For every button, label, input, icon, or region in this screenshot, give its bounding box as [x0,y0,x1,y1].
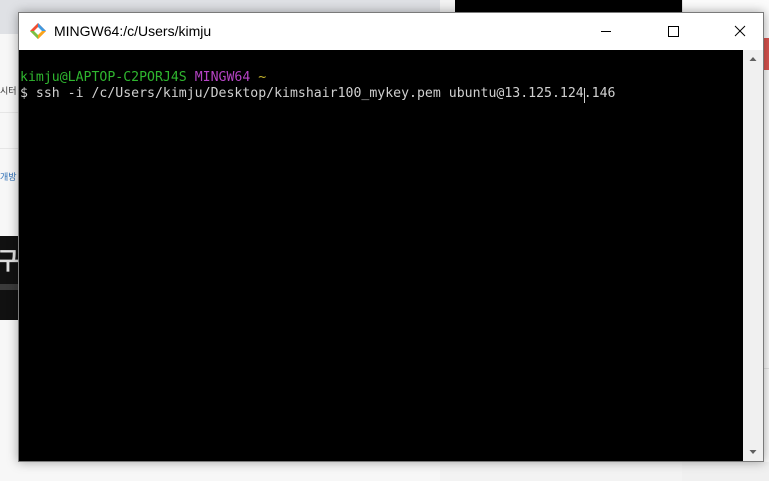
command-text[interactable]: ssh -i /c/Users/kimju/Desktop/kimshair10… [28,86,616,101]
minimize-icon [601,31,611,32]
terminal-output[interactable]: kimju@LAPTOP-C2PORJ4S MINGW64 ~ $ ssh -i… [19,50,743,461]
prompt-directory: ~ [258,70,267,85]
background-banner-band [0,284,20,290]
text-cursor [584,88,585,103]
scroll-up-button[interactable] [743,50,763,68]
scroll-up-arrow-icon [749,57,757,61]
background-divider [0,112,20,113]
background-banner-text: 구 [0,247,20,275]
minimize-button[interactable] [583,13,629,50]
background-link-fragment: 개방 [0,173,17,183]
close-button[interactable] [717,13,763,50]
prompt-user-host: kimju@LAPTOP-C2PORJ4S [20,70,187,85]
terminal-window[interactable]: MINGW64:/c/Users/kimju kimju@LAPTOP-C2PO… [18,12,764,462]
close-icon [734,25,746,37]
background-footer [682,462,769,481]
scroll-down-arrow-icon [749,450,757,454]
prompt-environment: MINGW64 [194,70,251,85]
command-line[interactable]: $ ssh -i /c/Users/kimju/Desktop/kimshair… [20,85,615,103]
vertical-scrollbar[interactable] [743,50,763,461]
maximize-icon [668,26,679,37]
git-diamond-icon[interactable] [29,22,47,40]
prompt-symbol: $ [20,86,28,101]
maximize-button[interactable] [650,13,696,50]
window-title: MINGW64:/c/Users/kimju [54,23,212,39]
background-divider [0,148,20,149]
background-text-fragment: 시터 [0,87,17,97]
scroll-down-button[interactable] [743,443,763,461]
title-bar[interactable]: MINGW64:/c/Users/kimju [19,13,763,50]
